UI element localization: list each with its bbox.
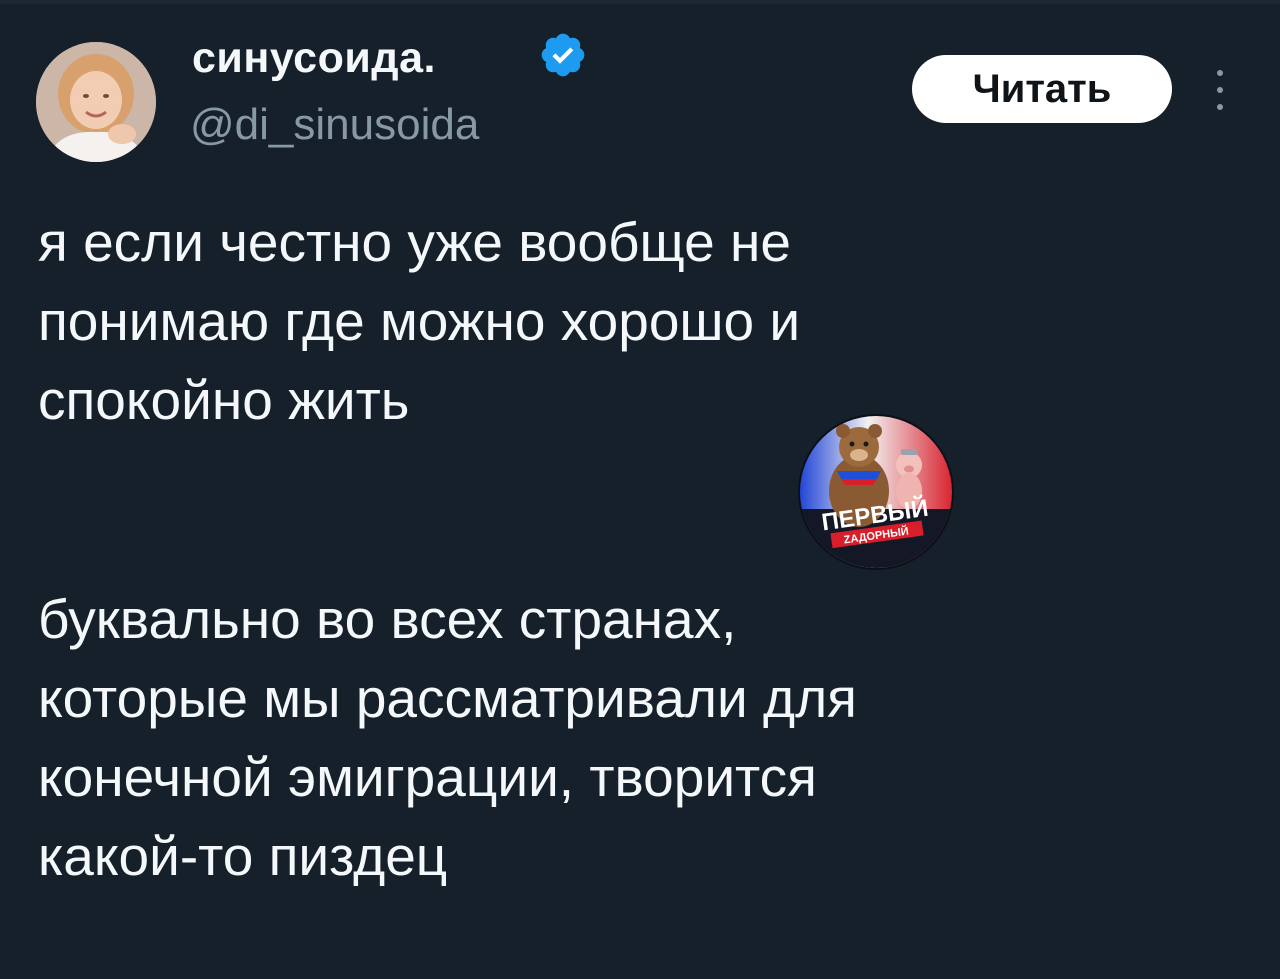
author-handle[interactable]: @di_sinusoida	[190, 100, 479, 150]
avatar-image	[36, 42, 156, 162]
author-display-name[interactable]: синусоида.	[192, 34, 436, 83]
tweet-text-paragraph-2: буквально во всех странах, которые мы ра…	[38, 588, 857, 887]
dot	[1217, 104, 1223, 110]
author-avatar[interactable]	[36, 42, 156, 162]
tweet-text-paragraph-1: я если честно уже вообще не понимаю где …	[38, 211, 801, 431]
dot	[1217, 70, 1223, 76]
follow-button[interactable]: Читать	[912, 55, 1172, 123]
dot	[1217, 87, 1223, 93]
more-options-icon[interactable]	[1202, 66, 1238, 114]
top-border	[0, 0, 1280, 4]
channel-logo-watermark: ПЕРВЫЙ ZАДОРНЫЙ	[798, 414, 954, 570]
verified-badge-icon	[541, 33, 585, 77]
